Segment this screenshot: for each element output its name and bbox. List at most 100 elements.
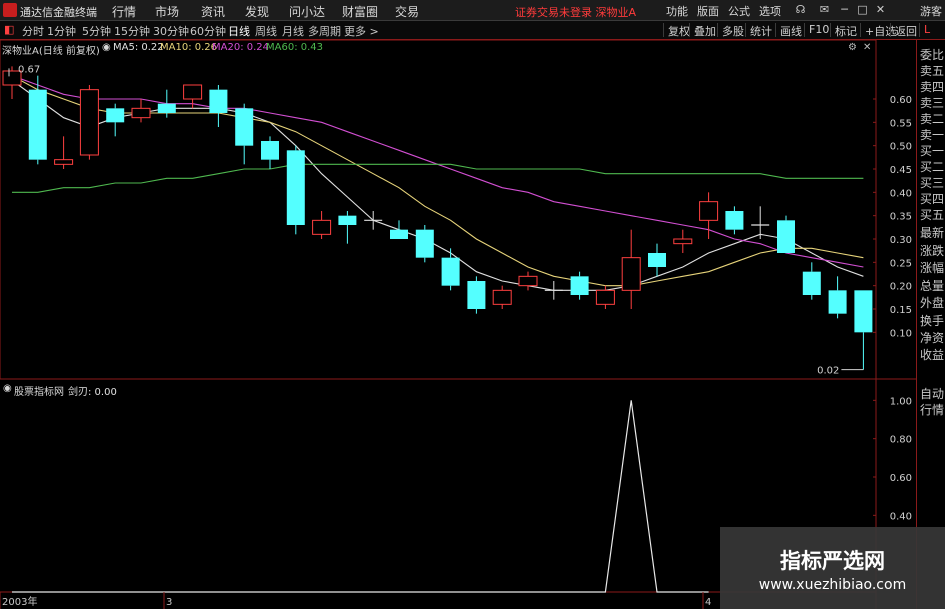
candle-down	[261, 141, 279, 160]
date-axis: 2003年 3 4	[0, 592, 711, 609]
tab-multi-period[interactable]: 多周期	[308, 23, 341, 39]
legend-ma60: MA60: 0.43	[266, 42, 324, 53]
side-label-change: 涨跌	[920, 244, 945, 258]
side-label-sell5: 卖五	[920, 64, 945, 78]
candle-up	[518, 275, 538, 287]
candle-up	[183, 84, 203, 100]
menu-caifuquan[interactable]: 财富圈	[342, 3, 378, 20]
tab-fenshi[interactable]: 分时	[22, 23, 44, 39]
menu-banmian[interactable]: 版面	[697, 3, 719, 19]
side-label-buy2: 买二	[920, 160, 945, 174]
side-label-sell3: 卖三	[920, 96, 945, 110]
price-tick-label: 0.40	[890, 188, 912, 199]
legend-ma20: MA20: 0.24	[212, 42, 270, 53]
close-icon[interactable]: ✕	[874, 3, 887, 16]
menu-gongshi[interactable]: 公式	[728, 3, 750, 19]
candle-up	[492, 289, 512, 305]
kline-chart[interactable]: 0.60 0.55 0.50 0.45 0.40 0.35 0.30 0.25 0.20 0.15…	[0, 40, 916, 609]
candle-down	[209, 89, 228, 113]
tab-more[interactable]: 更多 >	[344, 23, 379, 39]
price-tick-label: 0.50	[890, 142, 912, 153]
indicator-value: 剑刃: 0.00	[68, 387, 117, 398]
ma-line-ma60	[12, 163, 864, 193]
candlesticks[interactable]	[2, 66, 873, 370]
button-huaxian[interactable]: 画线	[775, 23, 802, 38]
tab-daily[interactable]: 日线	[228, 23, 250, 39]
tab-60min[interactable]: 60分钟	[190, 23, 226, 39]
app-logo-icon	[3, 3, 17, 17]
menu-gongneng[interactable]: 功能	[666, 3, 688, 19]
menu-faxian[interactable]: 发现	[245, 3, 269, 20]
price-tick-label: 0.55	[890, 118, 912, 129]
candle-up	[54, 159, 74, 165]
price-tick-label: 0.15	[890, 305, 912, 316]
tab-monthly[interactable]: 月线	[282, 23, 304, 39]
support-icon[interactable]: ☊	[794, 3, 807, 16]
indicator-line	[12, 400, 709, 593]
candle-up	[673, 238, 693, 245]
indicator-tick-label: 0.60	[890, 473, 912, 484]
candle-down	[854, 290, 873, 333]
menu-hangqing[interactable]: 行情	[112, 3, 136, 20]
chart-title: 深物业A(日线 前复权)	[2, 46, 100, 57]
side-label-buy1: 买一	[920, 144, 945, 158]
candle-down	[828, 290, 847, 314]
button-tongji[interactable]: 统计	[745, 23, 772, 38]
menu-xuanxiang[interactable]: 选项	[759, 3, 781, 19]
mail-icon[interactable]: ✉	[818, 3, 831, 16]
tab-weekly[interactable]: 周线	[255, 23, 277, 39]
ma-line-ma10	[11, 75, 864, 287]
side-label-buy3: 买三	[920, 176, 945, 190]
tab-1min[interactable]: 1分钟	[47, 23, 76, 39]
guest-label[interactable]: 游客	[920, 3, 942, 19]
side-panel-header[interactable]: L	[919, 23, 930, 37]
indicator-tick-label: 1.00	[890, 396, 912, 407]
candle-down	[725, 211, 744, 230]
menu-wenxiaoda[interactable]: 问小达	[289, 3, 325, 20]
top-menu-bar: 通达信金融终端 行情 市场 资讯 发现 问小达 财富圈 交易 证券交易未登录 深…	[0, 0, 945, 21]
chart-close-icon[interactable]: ✕	[863, 42, 871, 53]
annotation-low: 0.02	[817, 366, 839, 377]
watermark-title: 指标严选网	[780, 549, 885, 573]
side-tab-quote[interactable]: 行情	[920, 403, 944, 417]
side-label-turnover: 换手	[920, 314, 945, 328]
ma-line-ma20	[11, 75, 864, 268]
legend-ma5: MA5: 0.22	[113, 42, 164, 53]
button-diejia[interactable]: 叠加	[689, 23, 716, 38]
side-tab-auto[interactable]: 自动	[920, 387, 944, 401]
tab-30min[interactable]: 30分钟	[153, 23, 189, 39]
price-tick-label: 0.45	[890, 165, 912, 176]
side-label-sell2: 卖二	[920, 112, 945, 126]
indicator-tick-label: 0.40	[890, 511, 912, 522]
indicator-toggle-icon[interactable]: ◉	[3, 383, 12, 394]
candle-down	[777, 220, 795, 253]
menu-jiaoyi[interactable]: 交易	[395, 3, 419, 20]
main-chart-frame	[0, 40, 877, 380]
button-biaoji[interactable]: 标记	[830, 23, 857, 38]
side-label-outer: 外盘	[920, 296, 945, 310]
side-label-volume: 总量	[920, 279, 945, 293]
watermark-url: www.xuezhibiao.com	[758, 577, 907, 593]
chart-settings-icon[interactable]: ⚙	[848, 42, 857, 53]
login-status-text[interactable]: 证券交易未登录 深物业A	[515, 4, 636, 20]
side-label-buy4: 买四	[920, 192, 945, 206]
legend-toggle-icon[interactable]: ◉	[102, 42, 111, 53]
button-f10[interactable]: F10	[804, 23, 829, 37]
minimize-icon[interactable]: ─	[838, 3, 851, 16]
date-tick-label: 3	[166, 597, 172, 608]
toolbar-left-icon[interactable]: ◧	[4, 23, 14, 36]
tab-15min[interactable]: 15分钟	[114, 23, 150, 39]
candle-up	[621, 257, 641, 291]
candle-up	[79, 89, 99, 156]
candle-up	[699, 201, 719, 221]
button-fuquan[interactable]: 复权	[663, 23, 690, 38]
button-back[interactable]: 返回	[890, 23, 917, 38]
tab-5min[interactable]: 5分钟	[82, 23, 111, 39]
side-label-sell1: 卖一	[920, 128, 945, 142]
indicator-tick-label: 0.80	[890, 435, 912, 446]
menu-shichang[interactable]: 市场	[155, 3, 179, 20]
button-duogu[interactable]: 多股	[717, 23, 744, 38]
price-tick-label: 0.30	[890, 235, 912, 246]
menu-zixun[interactable]: 资讯	[201, 3, 225, 20]
maximize-icon[interactable]: □	[856, 3, 869, 16]
